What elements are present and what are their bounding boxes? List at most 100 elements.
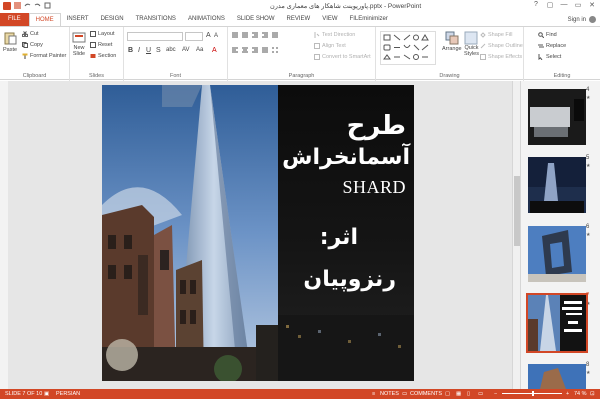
clipboard-group: Paste Cut Copy Format Painter Clipboard [0,27,70,81]
tab-review[interactable]: REVIEW [281,13,317,26]
select-button[interactable]: Select [538,54,561,61]
grow-font-button[interactable]: A [206,32,211,39]
copy-button[interactable]: Copy [22,42,43,48]
start-from-beginning-icon[interactable] [44,2,51,9]
ribbon-display-button[interactable]: ▢ [545,1,555,9]
zoom-slider-knob[interactable] [532,391,534,396]
change-case-button[interactable]: Aa [196,47,203,53]
tab-design[interactable]: DESIGN [95,13,130,26]
numbering-icon[interactable] [242,32,248,38]
scissors-icon [21,31,29,38]
align-left-icon[interactable] [232,47,238,53]
align-center-icon[interactable] [242,47,248,53]
slide-author-label[interactable]: اثر: [320,225,358,250]
decrease-indent-icon[interactable] [252,32,258,38]
help-button[interactable]: ? [531,1,541,9]
slide-thumbnail-4[interactable] [528,89,586,145]
cut-button[interactable]: Cut [21,31,39,38]
slide-thumbnail-6[interactable] [528,226,586,282]
save-icon[interactable] [14,2,21,9]
align-text-button[interactable]: Align Text [314,43,346,49]
minimize-button[interactable]: — [559,1,569,9]
slide-author-name[interactable]: رنزوپیان [303,267,396,292]
line-spacing-icon[interactable] [272,32,278,38]
tab-slide-show[interactable]: SLIDE SHOW [231,13,281,26]
slide-show-button[interactable]: ▭ [478,391,483,397]
underline-button[interactable]: U [146,47,151,54]
tab-file[interactable]: FILE [0,13,29,26]
replace-button[interactable]: Replace [538,43,566,49]
text-direction-label: Text Direction [322,32,356,38]
tab-fileminimizer[interactable]: FILEminimizer [344,13,394,26]
align-right-icon[interactable] [252,47,258,53]
tab-transitions[interactable]: TRANSITIONS [130,13,182,26]
collapsed-outline-pane[interactable] [0,81,8,389]
sign-in-link[interactable]: Sign in [568,16,596,23]
increase-indent-icon[interactable] [262,32,268,38]
text-direction-button[interactable]: Text Direction [314,32,355,38]
arrange-button[interactable]: Arrange [442,31,462,52]
fit-slide-button[interactable]: ⊡ [590,391,595,397]
slide-sorter-button[interactable]: ▦ [456,391,461,397]
comments-icon[interactable]: ▭ [402,391,407,397]
slide-thumbnails-pane[interactable]: 4 ★ 5 ★ 6 ★ 7 ★ 8 ★ [520,81,600,389]
slide-title-line-1[interactable]: طرح [347,111,406,141]
format-painter-label: Format Painter [30,53,67,59]
slide-title-line-2[interactable]: آسمانخراش [282,145,410,170]
close-button[interactable]: ✕ [587,1,597,9]
shape-effects-button[interactable]: Shape Effects [480,54,522,60]
slide-editing-area[interactable]: طرح آسمانخراش SHARD اثر: رنزوپیان [8,81,512,389]
reading-view-button[interactable]: ▯ [467,391,470,397]
shape-fill-button[interactable]: Shape Fill [480,32,512,38]
copy-icon [22,42,28,48]
shadow-button[interactable]: S [156,47,161,54]
bullets-icon[interactable] [232,32,238,38]
comments-button[interactable]: COMMENTS [410,391,442,397]
maximize-button[interactable]: ▭ [573,1,583,9]
convert-to-smartart-button[interactable]: Convert to SmartArt [314,54,371,60]
character-spacing-button[interactable]: AV [182,47,190,53]
notes-icon[interactable]: ≡ [372,391,375,397]
find-button[interactable]: Find [538,32,557,39]
slide-thumbnail-8[interactable] [528,364,586,389]
slide-title-line-3[interactable]: SHARD [342,177,406,198]
language-indicator[interactable]: PERSIAN [56,391,80,397]
tab-view[interactable]: VIEW [316,13,343,26]
slide-thumbnail-7-selected[interactable] [526,293,588,353]
undo-icon[interactable] [24,2,31,9]
slide-thumbnail-5[interactable] [528,157,586,213]
zoom-in-button[interactable]: + [566,391,569,397]
justify-icon[interactable] [262,47,268,53]
shape-outline-button[interactable]: Shape Outline [480,43,523,49]
bold-button[interactable]: B [128,47,133,54]
section-button[interactable]: Section [90,53,116,59]
shapes-gallery[interactable] [380,31,436,65]
tab-animations[interactable]: ANIMATIONS [182,13,231,26]
notes-button[interactable]: NOTES [380,391,399,397]
shrink-font-button[interactable]: A [214,33,218,39]
reset-button[interactable]: Reset [90,42,112,48]
font-size-dropdown[interactable] [185,32,203,41]
strikethrough-button[interactable]: abc [166,47,176,53]
font-name-dropdown[interactable] [127,32,183,41]
zoom-out-button[interactable]: − [494,391,497,397]
tab-insert[interactable]: INSERT [61,13,95,26]
zoom-level[interactable]: 74 % [574,391,587,397]
avatar[interactable] [589,16,596,23]
paste-button[interactable]: Paste [3,31,17,53]
layout-button[interactable]: Layout [90,31,115,37]
redo-icon[interactable] [34,2,41,9]
sign-in-label[interactable]: Sign in [568,17,586,23]
normal-view-button[interactable]: ▢ [445,391,450,397]
font-color-button[interactable]: A [212,47,217,54]
shard-photo [102,85,278,381]
spellcheck-icon[interactable]: ▣ [44,391,49,397]
columns-icon[interactable] [272,47,278,53]
vertical-scrollbar[interactable] [512,81,520,389]
format-painter-button[interactable]: Format Painter [22,53,66,59]
quick-styles-button[interactable]: Quick Styles [464,31,479,57]
current-slide[interactable]: طرح آسمانخراش SHARD اثر: رنزوپیان [102,85,414,381]
italic-button[interactable]: I [138,47,140,54]
tab-home[interactable]: HOME [28,13,61,26]
new-slide-button[interactable]: New Slide [72,31,86,57]
